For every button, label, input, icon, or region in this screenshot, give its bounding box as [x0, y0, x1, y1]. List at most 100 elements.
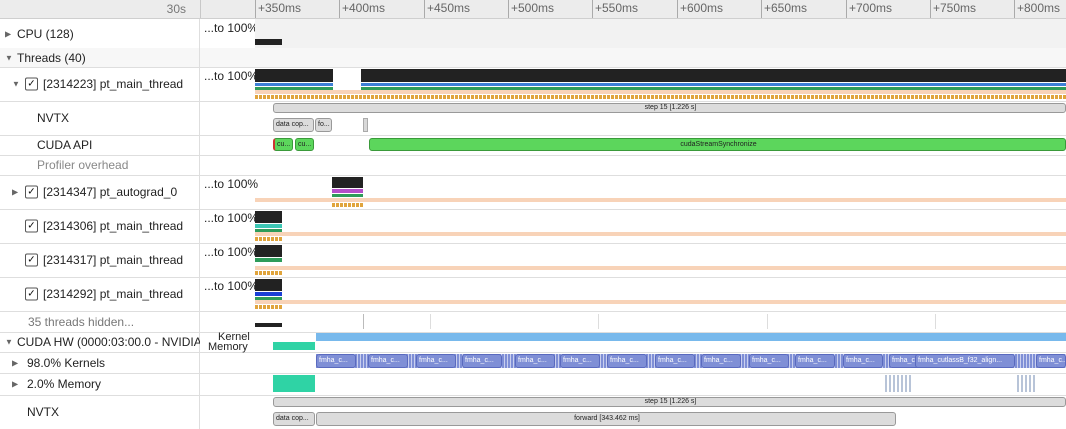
autograd-track[interactable]	[255, 175, 1066, 209]
cuda-call-slice[interactable]: cu...	[295, 138, 314, 151]
nvtx-step-slice[interactable]: step 15 [1.226 s]	[273, 103, 1066, 113]
tick-500: +500ms	[508, 0, 554, 18]
nvtx-data-copy-slice[interactable]: data cop...	[273, 118, 314, 132]
row-cuda-api[interactable]: CUDA API cu... cu... cudaStreamSynchroni…	[0, 135, 1066, 156]
autograd-thread-label: [2314347] pt_autograd_0	[43, 185, 178, 199]
hidden-threads-label[interactable]: 35 threads hidden...	[28, 315, 134, 329]
kernel-slice[interactable]: fmha_c...	[655, 354, 695, 368]
row-label: ▼ ✓ [2314223] pt_main_thread	[0, 67, 200, 101]
tick-800: +800ms	[1014, 0, 1060, 18]
legend-memory: Memory	[208, 341, 248, 353]
row-threads-group[interactable]: ▼ Threads (40)	[0, 48, 1066, 68]
nvtx-track[interactable]: step 15 [1.226 s] data cop... fo...	[255, 101, 1066, 135]
thread-306-track[interactable]	[255, 209, 1066, 243]
nvtx-small-slice[interactable]	[363, 118, 368, 132]
memcpy-ticks	[1017, 375, 1037, 392]
kernel-slice[interactable]: fmha_c...	[316, 354, 356, 368]
memory-track[interactable]	[255, 373, 1066, 395]
cuda-hw-label: CUDA HW (0000:03:00.0 - NVIDIA	[17, 335, 200, 349]
row-label: ▶ 98.0% Kernels	[0, 352, 200, 373]
kernel-slice[interactable]: fmha_c...	[462, 354, 502, 368]
row-hidden-threads[interactable]: 35 threads hidden...	[0, 311, 1066, 333]
collapse-triangle-icon[interactable]: ▼	[5, 53, 13, 62]
thread-checkbox[interactable]: ✓	[25, 185, 38, 199]
row-kernels[interactable]: ▶ 98.0% Kernels fmha_c... fmha_c... fmha_c…	[0, 352, 1066, 374]
cuda-api-track[interactable]: cu... cu... cudaStreamSynchronize	[255, 135, 1066, 155]
kernel-slice-cutlass[interactable]: fmha_cutlassB_f32_align...	[915, 354, 1015, 368]
expand-triangle-icon[interactable]: ▶	[12, 380, 18, 389]
cuda-hw-track[interactable]	[255, 332, 1066, 352]
row-label: CUDA API	[0, 135, 200, 155]
kernel-slice[interactable]: fmha_c...	[843, 354, 883, 368]
row-label: ✓ [2314292] pt_main_thread	[0, 277, 200, 311]
thread-292-track[interactable]	[255, 277, 1066, 311]
row-label: ✓ [2314317] pt_main_thread	[0, 243, 200, 277]
collapse-triangle-icon[interactable]: ▼	[5, 338, 13, 347]
nvtx-forward-slice[interactable]: forward [343.462 ms]	[316, 412, 896, 426]
main-thread-scale: ...to 100%	[204, 69, 259, 83]
kernel-slice[interactable]: fmha_c...	[701, 354, 741, 368]
row-label: NVTX	[0, 101, 200, 135]
kernels-track[interactable]: fmha_c... fmha_c... fmha_c... fmha_c... fmha…	[255, 352, 1066, 373]
row-label: ▶ CPU (128)	[0, 19, 200, 48]
kernel-slice[interactable]: fmha_c...	[416, 354, 456, 368]
busy-block	[255, 211, 282, 223]
row-memory[interactable]: ▶ 2.0% Memory	[0, 373, 1066, 396]
timeline-header[interactable]: 30s +350ms +400ms +450ms +500ms +550ms +…	[0, 0, 1066, 19]
row-thread-317[interactable]: ✓ [2314317] pt_main_thread ...to 100%	[0, 243, 1066, 278]
kernel-slice[interactable]: fmha_c...	[368, 354, 408, 368]
kernel-slice[interactable]: fmha_c...	[749, 354, 789, 368]
sample-markers	[255, 305, 282, 309]
kernel-slice[interactable]: fmha_c...	[560, 354, 600, 368]
busy-block	[255, 69, 333, 82]
nvtx-step-slice[interactable]: step 15 [1.226 s]	[273, 397, 1066, 407]
row-nvtx-gpu[interactable]: NVTX step 15 [1.226 s] data cop... forwa…	[0, 395, 1066, 429]
row-cpu[interactable]: ▶ CPU (128) ...to 100%	[0, 19, 1066, 49]
state-bar	[255, 224, 282, 228]
thread-317-track[interactable]	[255, 243, 1066, 277]
cuda-stream-synchronize-slice[interactable]: cudaStreamSynchronize	[369, 138, 1066, 151]
row-cuda-hw[interactable]: ▼ CUDA HW (0000:03:00.0 - NVIDIA Kernel …	[0, 332, 1066, 353]
row-nvtx[interactable]: NVTX step 15 [1.226 s] data cop... fo...	[0, 101, 1066, 136]
busy-block	[361, 69, 1066, 82]
thread-317-scale: ...to 100%	[204, 245, 259, 259]
nvtx-forward-slice[interactable]: fo...	[315, 118, 332, 132]
state-bar	[255, 258, 282, 262]
row-profiler-overhead[interactable]: Profiler overhead	[0, 155, 1066, 176]
expand-triangle-icon[interactable]: ▶	[5, 29, 11, 38]
tick-350: +350ms	[255, 0, 301, 18]
row-label: 35 threads hidden...	[0, 311, 200, 332]
cuda-call-slice[interactable]: cu...	[273, 138, 293, 151]
sample-markers	[255, 271, 282, 275]
thread-checkbox[interactable]: ✓	[25, 77, 38, 91]
thread-checkbox[interactable]: ✓	[25, 219, 38, 233]
kernel-slice[interactable]: fmha_c...	[607, 354, 647, 368]
row-thread-306[interactable]: ✓ [2314306] pt_main_thread ...to 100%	[0, 209, 1066, 244]
row-main-thread[interactable]: ▼ ✓ [2314223] pt_main_thread ...to 100%	[0, 67, 1066, 102]
nvtx-data-copy-slice[interactable]: data cop...	[273, 412, 315, 426]
expand-triangle-icon[interactable]: ▶	[12, 358, 18, 367]
tick-450: +450ms	[424, 0, 470, 18]
thread-checkbox[interactable]: ✓	[25, 287, 38, 301]
busy-block	[255, 245, 282, 257]
tick-400: +400ms	[339, 0, 385, 18]
kernel-slice[interactable]: fmha_c...	[795, 354, 835, 368]
grid-line	[935, 314, 936, 329]
state-bar	[255, 83, 333, 86]
nvtx-gpu-track[interactable]: step 15 [1.226 s] data cop... forward [3…	[255, 395, 1066, 429]
row-label: ▼ CUDA HW (0000:03:00.0 - NVIDIA	[0, 332, 200, 352]
kernel-slice[interactable]: fmha_c...	[1036, 354, 1066, 368]
timeline-start-label: 30s	[166, 2, 186, 16]
busy-block	[255, 323, 282, 327]
collapse-triangle-icon[interactable]: ▼	[12, 80, 20, 89]
cpu-track[interactable]	[255, 19, 1066, 48]
kernel-slice[interactable]: fmha_c...	[515, 354, 555, 368]
main-thread-track[interactable]	[255, 67, 1066, 101]
row-thread-292[interactable]: ✓ [2314292] pt_main_thread ...to 100%	[0, 277, 1066, 312]
thread-checkbox[interactable]: ✓	[25, 253, 38, 267]
nvtx-label: NVTX	[37, 111, 70, 125]
expand-triangle-icon[interactable]: ▶	[12, 188, 18, 197]
row-label: ▶ ✓ [2314347] pt_autograd_0	[0, 175, 200, 209]
row-autograd-thread[interactable]: ▶ ✓ [2314347] pt_autograd_0 ...to 100%	[0, 175, 1066, 210]
idle-bar	[255, 266, 1066, 270]
